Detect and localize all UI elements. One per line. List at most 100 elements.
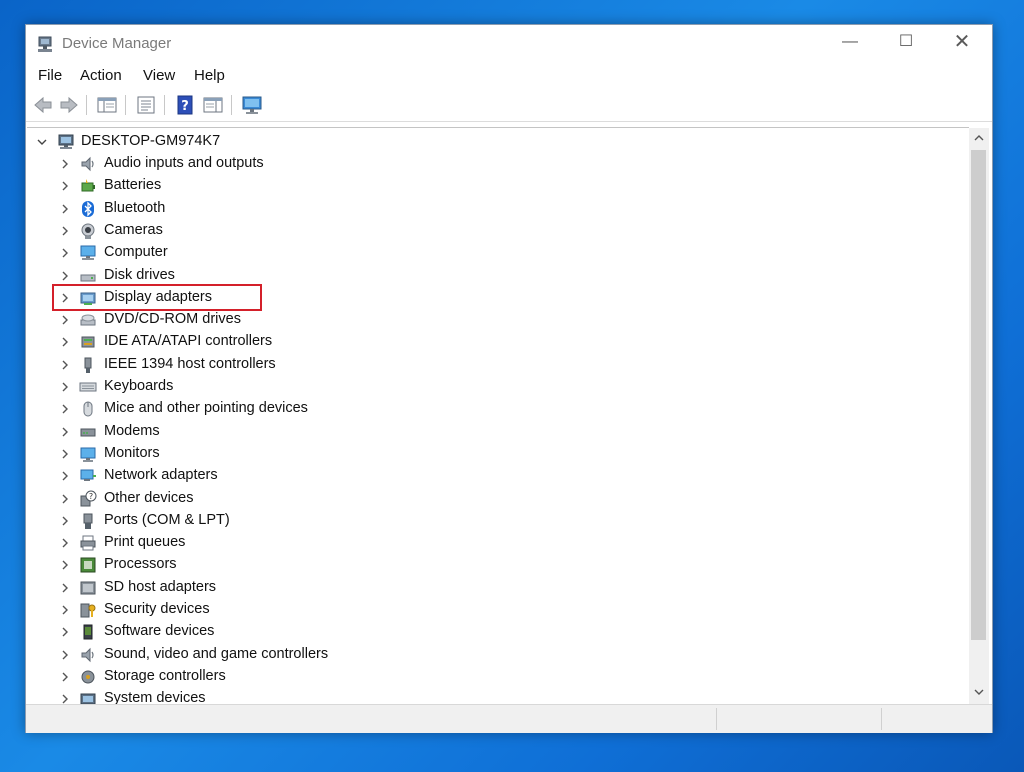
chevron-right-icon[interactable]	[59, 403, 71, 415]
tree-root-label: DESKTOP-GM974K7	[81, 133, 221, 149]
tree-item-label: Other devices	[104, 489, 194, 506]
toolbar-separator	[86, 95, 87, 115]
chevron-right-icon[interactable]	[59, 582, 71, 594]
tree-item[interactable]: SD host adapters	[27, 577, 947, 599]
device-tree: DESKTOP-GM974K7 Audio inputs and outputs…	[27, 127, 969, 705]
forward-arrow-icon[interactable]	[58, 94, 80, 116]
scroll-up-icon[interactable]	[973, 132, 985, 144]
chevron-right-icon[interactable]	[59, 158, 71, 170]
toolbar: ?	[26, 89, 992, 122]
help-icon[interactable]: ?	[174, 94, 196, 116]
chevron-right-icon[interactable]	[59, 604, 71, 616]
computer-icon	[58, 134, 74, 149]
chevron-right-icon[interactable]	[59, 180, 71, 192]
unknown-device-icon: ?	[80, 490, 97, 506]
chevron-right-icon[interactable]	[59, 470, 71, 482]
sound-controller-icon	[81, 647, 94, 662]
menu-help[interactable]: Help	[194, 67, 225, 84]
tree-item-label: Sound, video and game controllers	[104, 645, 329, 662]
tree-item[interactable]: Print queues	[27, 532, 947, 554]
tree-item[interactable]: IDE ATA/ATAPI controllers	[27, 331, 947, 353]
tree-item-label: Computer	[104, 244, 168, 261]
tree-item[interactable]: Mice and other pointing devices	[27, 398, 947, 420]
tree-item[interactable]: Software devices	[27, 621, 947, 643]
printer-icon	[80, 535, 96, 551]
tree-item-label: SD host adapters	[104, 578, 217, 595]
scan-hardware-monitor-icon[interactable]	[241, 94, 263, 116]
tree-item[interactable]: Processors	[27, 554, 947, 576]
close-button[interactable]: ✕	[938, 25, 986, 61]
chevron-right-icon[interactable]	[59, 426, 71, 438]
tree-item-label: Cameras	[104, 221, 163, 238]
chevron-right-icon[interactable]	[59, 314, 71, 326]
vertical-scrollbar[interactable]	[969, 128, 989, 704]
tree-item[interactable]: System devices	[27, 688, 947, 705]
tree-item[interactable]: Bluetooth	[27, 198, 947, 220]
tree-item-label: Network adapters	[104, 467, 218, 484]
tree-item[interactable]: Network adapters	[27, 465, 947, 487]
chevron-right-icon[interactable]	[59, 626, 71, 638]
chevron-right-icon[interactable]	[59, 515, 71, 527]
device-manager-icon	[38, 36, 52, 52]
chevron-right-icon[interactable]	[59, 448, 71, 460]
chevron-right-icon[interactable]	[59, 270, 71, 282]
tree-root[interactable]: DESKTOP-GM974K7	[27, 131, 947, 153]
chevron-right-icon[interactable]	[59, 649, 71, 661]
tree-item-label: Monitors	[104, 444, 160, 461]
tree-item[interactable]: Storage controllers	[27, 666, 947, 688]
scroll-down-icon[interactable]	[973, 686, 985, 698]
tree-item[interactable]: ? Other devices	[27, 488, 947, 510]
back-arrow-icon[interactable]	[32, 94, 54, 116]
chevron-down-icon[interactable]	[36, 136, 48, 148]
tree-item[interactable]: Computer	[27, 242, 947, 264]
toolbar-separator	[231, 95, 232, 115]
display-adapters-highlight	[52, 284, 262, 311]
svg-text:?: ?	[89, 492, 93, 501]
maximize-button[interactable]: ☐	[882, 25, 930, 61]
tree-item[interactable]: IEEE 1394 host controllers	[27, 354, 947, 376]
minimize-button[interactable]: —	[826, 25, 874, 61]
chevron-right-icon[interactable]	[59, 671, 71, 683]
chevron-right-icon[interactable]	[59, 247, 71, 259]
menu-file[interactable]: File	[38, 67, 62, 84]
processor-icon	[80, 557, 96, 573]
tree-item-label: Storage controllers	[104, 667, 226, 684]
menu-action[interactable]: Action	[80, 67, 122, 84]
battery-icon	[81, 179, 95, 192]
tree-item[interactable]: Keyboards	[27, 376, 947, 398]
chevron-right-icon[interactable]	[59, 493, 71, 505]
chevron-right-icon[interactable]	[59, 381, 71, 393]
window-title: Device Manager	[62, 35, 172, 52]
tree-item[interactable]: Cameras	[27, 220, 947, 242]
tree-item[interactable]: Sound, video and game controllers	[27, 644, 947, 666]
tree-item[interactable]: Monitors	[27, 443, 947, 465]
tree-item[interactable]: Modems	[27, 421, 947, 443]
title-bar[interactable]: Device Manager — ☐ ✕	[26, 25, 992, 63]
chevron-right-icon[interactable]	[59, 359, 71, 371]
chevron-right-icon[interactable]	[59, 203, 71, 215]
chevron-right-icon[interactable]	[59, 537, 71, 549]
show-hide-console-tree-icon[interactable]	[96, 94, 118, 116]
chevron-right-icon[interactable]	[59, 559, 71, 571]
tree-item-label: Security devices	[104, 601, 210, 617]
chevron-right-icon[interactable]	[59, 336, 71, 348]
action-pane-icon[interactable]	[202, 94, 224, 116]
ieee1394-icon	[84, 357, 92, 373]
tree-item[interactable]: Batteries	[27, 175, 947, 197]
chevron-right-icon[interactable]	[59, 225, 71, 237]
scrollbar-thumb[interactable]	[971, 150, 986, 640]
tree-item[interactable]: Audio inputs and outputs	[27, 153, 947, 175]
tree-item-label: System devices	[104, 690, 206, 705]
tree-item[interactable]: DVD/CD-ROM drives	[27, 309, 947, 331]
tree-item[interactable]: Security devices	[27, 599, 947, 621]
sd-card-icon	[80, 581, 96, 595]
properties-icon[interactable]	[135, 94, 157, 116]
svg-text:?: ?	[181, 99, 189, 114]
tree-item-label: Audio inputs and outputs	[104, 155, 264, 171]
storage-controller-icon	[81, 670, 95, 684]
menu-view[interactable]: View	[143, 67, 175, 84]
tree-item[interactable]: Ports (COM & LPT)	[27, 510, 947, 532]
security-key-icon	[80, 603, 96, 618]
tree-item-label: Bluetooth	[104, 199, 166, 216]
tree-item-label: Mice and other pointing devices	[104, 400, 308, 417]
